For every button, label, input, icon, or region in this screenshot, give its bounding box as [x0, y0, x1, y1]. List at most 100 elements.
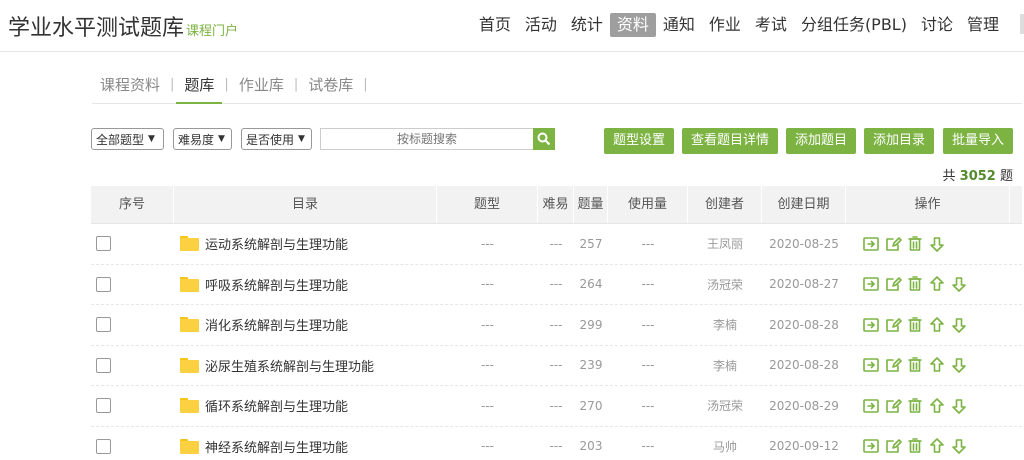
directory-cell: 泌尿生殖系统解剖与生理功能	[174, 356, 437, 375]
edit-button[interactable]	[884, 356, 902, 374]
edit-button[interactable]	[884, 316, 902, 334]
row-select-cell	[91, 438, 174, 454]
row-checkbox[interactable]	[96, 357, 111, 373]
folder-icon[interactable]	[180, 357, 199, 373]
nav-item-0[interactable]: 首页	[472, 13, 518, 37]
move-button[interactable]	[862, 235, 880, 253]
edit-icon	[886, 358, 902, 373]
nav-item-5[interactable]: 作业	[702, 13, 748, 37]
nav-item-6[interactable]: 考试	[748, 13, 794, 37]
move-icon	[863, 317, 879, 332]
move-down-button[interactable]	[950, 275, 968, 293]
chevron-down-icon: ▼	[218, 134, 225, 144]
row-select-cell	[91, 276, 174, 292]
page: 学业水平测试题库 课程门户 首页 活动 统计 资料 通知 作业 考试 分组任务(PBL) 讨论 管理…	[0, 0, 1024, 460]
nav-item-2[interactable]: 统计	[564, 13, 610, 37]
nav-item-4[interactable]: 通知	[656, 13, 702, 37]
arrow-down-icon	[952, 358, 966, 374]
move-up-button[interactable]	[928, 316, 946, 334]
row-checkbox[interactable]	[96, 276, 111, 292]
question-type-filter[interactable]: 全部题型 ▼	[91, 128, 164, 150]
arrow-up-icon	[930, 438, 944, 454]
delete-button[interactable]	[906, 397, 924, 415]
search-input[interactable]	[320, 128, 533, 150]
folder-icon[interactable]	[180, 398, 199, 414]
tab-0[interactable]: 课程资料	[92, 66, 168, 104]
folder-icon[interactable]	[180, 276, 199, 292]
directory-name[interactable]: 呼吸系统解剖与生理功能	[205, 275, 348, 294]
creator-cell: 马帅	[712, 439, 737, 454]
row-checkbox[interactable]	[96, 398, 111, 414]
move-down-button[interactable]	[950, 316, 968, 334]
move-button[interactable]	[862, 316, 880, 334]
total-prefix: 共	[942, 169, 956, 184]
delete-button[interactable]	[906, 235, 924, 253]
search-button[interactable]	[533, 128, 555, 150]
move-down-button[interactable]	[950, 437, 968, 455]
difficulty-filter[interactable]: 难易度 ▼	[173, 128, 232, 150]
type-cell: ---	[481, 439, 494, 454]
table-body: 运动系统解剖与生理功能 --- --- 257 --- 王凤丽 2020-08-25 呼吸系统…	[91, 224, 1022, 460]
usage-filter[interactable]: 是否使用 ▼	[241, 128, 312, 150]
add-directory-button[interactable]: 添加目录	[864, 128, 935, 154]
delete-button[interactable]	[906, 356, 924, 374]
move-icon	[863, 277, 879, 292]
trash-icon	[908, 316, 922, 332]
move-button[interactable]	[862, 437, 880, 455]
tab-2[interactable]: 作业库	[231, 66, 292, 104]
row-select-cell	[91, 236, 174, 252]
move-icon	[863, 236, 879, 251]
folder-icon[interactable]	[180, 438, 199, 454]
directory-name[interactable]: 泌尿生殖系统解剖与生理功能	[205, 356, 374, 375]
move-down-button[interactable]	[950, 397, 968, 415]
nav-item-3[interactable]: 资料	[609, 13, 656, 37]
nav-item-7[interactable]: 分组任务(PBL)	[794, 13, 914, 37]
course-logo[interactable]: 学业水平测试题库 课程门户	[8, 10, 238, 42]
move-up-button[interactable]	[928, 356, 946, 374]
trash-icon	[908, 438, 922, 454]
move-button[interactable]	[862, 397, 880, 415]
directory-name[interactable]: 消化系统解剖与生理功能	[205, 315, 348, 334]
row-checkbox[interactable]	[96, 317, 111, 333]
move-up-button[interactable]	[928, 397, 946, 415]
edit-button[interactable]	[884, 397, 902, 415]
batch-import-button[interactable]: 批量导入	[943, 128, 1014, 154]
directory-name[interactable]: 神经系统解剖与生理功能	[205, 437, 348, 456]
question-type-settings-button[interactable]: 题型设置	[604, 128, 675, 154]
tab-1[interactable]: 题库	[176, 66, 223, 104]
nav-item-8[interactable]: 讨论	[914, 13, 960, 37]
move-up-button[interactable]	[928, 437, 946, 455]
move-down-button[interactable]	[928, 235, 946, 253]
edit-button[interactable]	[884, 275, 902, 293]
move-down-button[interactable]	[950, 356, 968, 374]
creator-cell: 李楠	[712, 318, 737, 333]
tab-3[interactable]: 试卷库	[300, 66, 361, 104]
table-row: 神经系统解剖与生理功能 --- --- 203 --- 马帅 2020-09-12	[91, 427, 1022, 460]
edit-button[interactable]	[884, 437, 902, 455]
view-question-details-button[interactable]: 查看题目详情	[682, 128, 779, 154]
move-button[interactable]	[862, 275, 880, 293]
move-button[interactable]	[862, 356, 880, 374]
directory-name[interactable]: 循环系统解剖与生理功能	[205, 396, 348, 415]
edit-button[interactable]	[884, 235, 902, 253]
delete-button[interactable]	[906, 316, 924, 334]
folder-icon[interactable]	[180, 317, 199, 333]
column-header-usage: 使用量	[608, 186, 688, 223]
delete-button[interactable]	[906, 437, 924, 455]
directory-cell: 循环系统解剖与生理功能	[174, 396, 437, 415]
move-up-button[interactable]	[928, 275, 946, 293]
nav-item-1[interactable]: 活动	[518, 13, 564, 37]
table-row: 运动系统解剖与生理功能 --- --- 257 --- 王凤丽 2020-08-25	[91, 224, 1022, 265]
row-checkbox[interactable]	[96, 438, 111, 454]
nav-item-9[interactable]: 管理	[960, 13, 1006, 37]
course-title: 学业水平测试题库	[8, 16, 185, 41]
edit-icon	[886, 439, 902, 454]
directory-cell: 消化系统解剖与生理功能	[174, 315, 437, 334]
tab-separator: |	[363, 77, 368, 92]
trash-icon	[908, 397, 922, 413]
delete-button[interactable]	[906, 275, 924, 293]
row-checkbox[interactable]	[96, 236, 111, 252]
add-question-button[interactable]: 添加题目	[786, 128, 857, 154]
folder-icon[interactable]	[180, 236, 199, 252]
directory-name[interactable]: 运动系统解剖与生理功能	[205, 234, 348, 253]
